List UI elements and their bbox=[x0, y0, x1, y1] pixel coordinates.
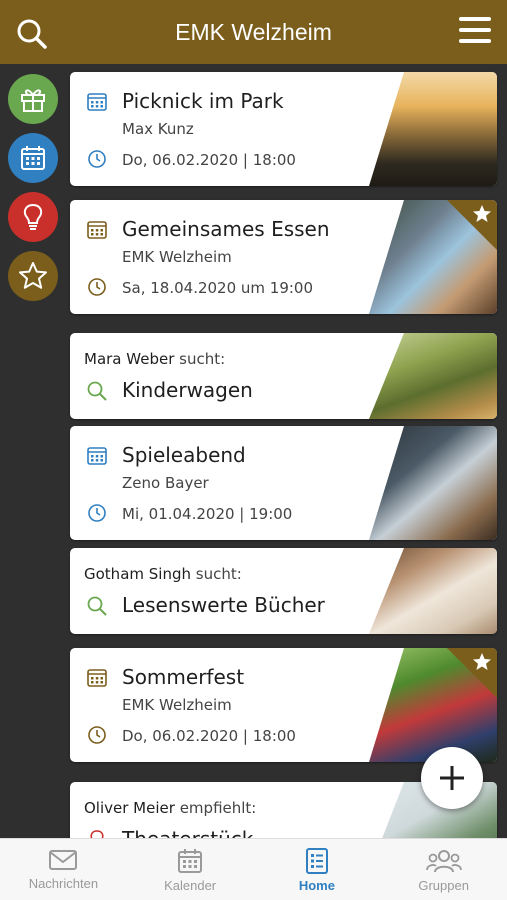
event-datetime: Mi, 01.04.2020 | 19:00 bbox=[122, 505, 293, 523]
person-name: Mara Weber bbox=[84, 350, 175, 368]
event-datetime: Do, 06.02.2020 | 18:00 bbox=[122, 727, 296, 745]
event-organizer: Max Kunz bbox=[122, 120, 194, 138]
clock-icon bbox=[88, 278, 106, 296]
tab-gruppen[interactable]: Gruppen bbox=[380, 839, 507, 900]
search-icon bbox=[87, 596, 107, 616]
event-card-spieleabend[interactable]: Spieleabend Zeno Bayer Mi, 01.04.2020 | … bbox=[70, 426, 497, 540]
event-datetime: Do, 06.02.2020 | 18:00 bbox=[122, 151, 296, 169]
clock-icon bbox=[88, 504, 106, 522]
favorite-star-badge bbox=[447, 200, 497, 250]
open-book-photo bbox=[369, 548, 497, 634]
chess-game-photo bbox=[369, 426, 497, 540]
lightbulb-icon bbox=[23, 203, 43, 230]
calendar-icon bbox=[178, 849, 203, 873]
category-rail bbox=[8, 74, 58, 310]
search-icon[interactable] bbox=[16, 18, 48, 50]
event-organizer: EMK Welzheim bbox=[122, 248, 232, 266]
event-title: Sommerfest bbox=[122, 665, 245, 689]
tab-label: Nachrichten bbox=[28, 876, 99, 891]
mail-icon bbox=[49, 850, 78, 870]
event-title: Picknick im Park bbox=[122, 89, 284, 113]
search-item: Kinderwagen bbox=[122, 378, 253, 402]
event-organizer: EMK Welzheim bbox=[122, 696, 232, 714]
event-title: Spieleabend bbox=[122, 443, 246, 467]
request-verb: empfiehlt: bbox=[179, 799, 257, 817]
calendar-icon bbox=[87, 93, 107, 111]
star-icon bbox=[19, 262, 47, 289]
search-card-kinderwagen[interactable]: Mara Weber sucht: Kinderwagen bbox=[70, 333, 497, 419]
list-icon bbox=[305, 848, 328, 874]
favorites-filter-button[interactable] bbox=[8, 251, 58, 301]
picnic-park-photo bbox=[369, 72, 497, 186]
app-header: EMK Welzheim bbox=[0, 0, 507, 64]
event-title: Gemeinsames Essen bbox=[122, 217, 330, 241]
tab-kalender[interactable]: Kalender bbox=[127, 839, 254, 900]
search-card-buecher[interactable]: Gotham Singh sucht: Lesenswerte Bücher bbox=[70, 548, 497, 634]
tab-label: Home bbox=[298, 878, 335, 893]
event-datetime: Sa, 18.04.2020 um 19:00 bbox=[122, 279, 314, 297]
add-button[interactable] bbox=[421, 747, 483, 809]
person-name: Oliver Meier bbox=[84, 799, 175, 817]
calendar-icon bbox=[87, 447, 107, 465]
search-requester: Mara Weber sucht: bbox=[84, 350, 225, 368]
event-organizer: Zeno Bayer bbox=[122, 474, 209, 492]
event-card-essen[interactable]: Gemeinsames Essen EMK Welzheim Sa, 18.04… bbox=[70, 200, 497, 314]
tab-home[interactable]: Home bbox=[254, 839, 381, 900]
gift-filter-button[interactable] bbox=[8, 74, 58, 124]
search-requester: Gotham Singh sucht: bbox=[84, 565, 242, 583]
calendar-filter-button[interactable] bbox=[8, 133, 58, 183]
bottom-tab-bar: Nachrichten Kalender Home Gruppen bbox=[0, 838, 507, 900]
gift-icon bbox=[21, 89, 45, 112]
person-name: Gotham Singh bbox=[84, 565, 191, 583]
tab-label: Kalender bbox=[164, 878, 217, 893]
app-title: EMK Welzheim bbox=[175, 18, 332, 45]
tab-label: Gruppen bbox=[418, 878, 469, 893]
plus-icon bbox=[440, 766, 464, 790]
clock-icon bbox=[88, 150, 106, 168]
event-card-picknick[interactable]: Picknick im Park Max Kunz Do, 06.02.2020… bbox=[70, 72, 497, 186]
recommender: Oliver Meier empfiehlt: bbox=[84, 799, 256, 817]
family-stroller-photo bbox=[369, 333, 497, 419]
idea-filter-button[interactable] bbox=[8, 192, 58, 242]
request-verb: sucht: bbox=[179, 350, 226, 368]
request-verb: sucht: bbox=[195, 565, 242, 583]
group-icon bbox=[425, 850, 462, 873]
event-card-sommerfest[interactable]: Sommerfest EMK Welzheim Do, 06.02.2020 |… bbox=[70, 648, 497, 762]
calendar-icon bbox=[87, 669, 107, 687]
favorite-star-badge bbox=[447, 648, 497, 698]
tab-nachrichten[interactable]: Nachrichten bbox=[0, 839, 127, 900]
calendar-icon bbox=[21, 146, 45, 170]
hamburger-menu-icon[interactable] bbox=[459, 16, 491, 44]
calendar-icon bbox=[87, 221, 107, 239]
search-icon bbox=[87, 381, 107, 401]
search-item: Lesenswerte Bücher bbox=[122, 593, 325, 617]
clock-icon bbox=[88, 726, 106, 744]
